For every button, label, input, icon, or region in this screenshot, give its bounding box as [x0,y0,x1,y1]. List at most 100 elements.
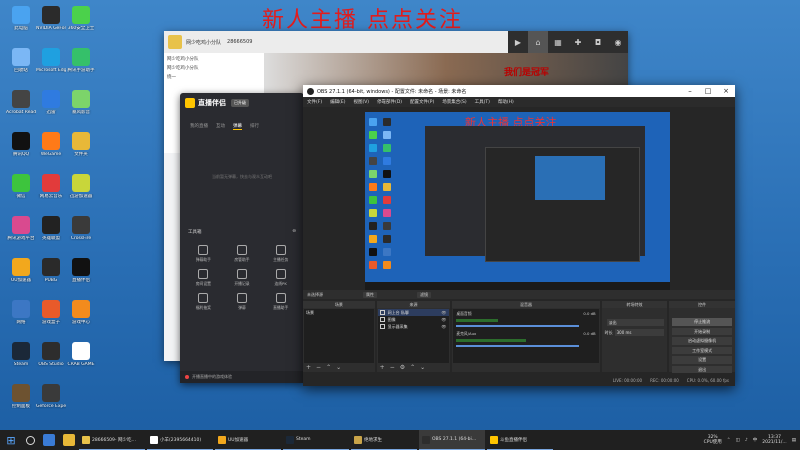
desktop-icon[interactable]: 游戏中心 [66,300,96,325]
control-button[interactable]: 退出 [672,365,732,373]
toolbox-settings-icon[interactable]: ⊖ [292,229,296,235]
taskbar-app[interactable]: 小羊(2395664410) [147,430,213,450]
eye-icon[interactable]: 👁 [441,310,446,315]
control-button[interactable]: 开始录制 [672,327,732,335]
desktop-icon[interactable]: 腾讯手游助手 [66,48,96,73]
desktop-icon[interactable]: 网易云音乐 [36,174,66,199]
desktop-icon[interactable]: WeGame [36,132,66,157]
desktop-icon[interactable]: CRAB GAME [66,342,96,367]
eye-icon[interactable]: 👁 [441,324,446,329]
close-icon[interactable]: × [717,87,735,95]
user-icon[interactable]: ◉ [608,31,628,53]
tab-my-live[interactable]: 我的直播 [190,123,208,130]
taskbar-app[interactable]: 28666509- 网少吃… [79,430,145,450]
tool-button[interactable]: 连线PK [261,269,300,287]
down-icon[interactable]: ⌄ [336,364,341,371]
desktop-icon[interactable]: 控制面板 [6,384,36,409]
desktop-icon[interactable]: 360安全卫士 [66,6,96,31]
menu-item[interactable]: 帮助(H) [498,99,514,105]
tool-button[interactable]: 房管助手 [223,245,262,263]
desktop-icon[interactable]: UU加速器 [6,258,36,283]
maximize-icon[interactable]: □ [699,87,717,95]
tool-button[interactable]: 弹幕 [223,293,262,311]
sidebar-item[interactable]: 绕一 [167,74,261,80]
ime-icon[interactable]: 中 [753,437,758,443]
start-windows-icon[interactable]: ⊞ [0,430,22,450]
taskbar-app[interactable]: OBS 27.1.1 (64-bi… [419,430,485,450]
desktop-icon[interactable]: 网络 [6,300,36,325]
tool-button[interactable]: 福利抽奖 [184,293,223,311]
desktop-icon[interactable]: PUBG [36,258,66,283]
desktop-icon[interactable]: 腾讯QQ [6,132,36,157]
source-item[interactable]: 网上台 私聊 👁 [377,309,450,316]
control-button[interactable]: 工作室模式 [672,346,732,354]
menu-item[interactable]: 场景集合(S) [442,99,466,105]
tab-interact[interactable]: 互动 [216,123,225,130]
desktop-icon[interactable]: 游戏盒子 [36,300,66,325]
edge-icon[interactable] [43,434,55,446]
properties-button[interactable]: 属性 [363,291,377,298]
tool-button[interactable]: 主播任务 [261,245,300,263]
up-icon[interactable]: ⌃ [410,364,415,371]
desktop-icon[interactable]: Geforce Experience [36,384,66,409]
remove-icon[interactable]: − [316,364,321,371]
tool-button[interactable]: 直播助手 [261,293,300,311]
scene-item[interactable]: 场景 [304,309,374,316]
filters-button[interactable]: 滤镜 [417,291,431,298]
desktop-icon[interactable]: Microsoft Edge [36,48,66,73]
clock[interactable]: 13:37 2021/11/... [762,435,787,445]
tab-rank[interactable]: 排行 [250,123,259,130]
control-button[interactable]: 启动虚拟摄像机 [672,337,732,345]
volume-slider[interactable] [456,325,579,327]
desktop-icon[interactable]: NVIDIA GeForce Experience [36,6,66,31]
desktop-icon[interactable]: Steam [6,342,36,367]
tool-button[interactable]: 开播记录 [223,269,262,287]
desktop-icon[interactable]: 迅雷 [36,90,66,115]
gamepad-icon[interactable]: ✚ [568,31,588,53]
menu-item[interactable]: 工具(T) [475,99,490,105]
add-icon[interactable]: + [380,364,385,371]
eye-icon[interactable]: 👁 [441,317,446,322]
taskbar-app[interactable]: UU加速器 [215,430,281,450]
volume-slider[interactable] [456,345,579,347]
desktop-icon[interactable]: 腾讯游戏平台 [6,216,36,241]
tray-chevron-icon[interactable]: ⌃ [727,438,731,443]
menu-item[interactable]: 配置文件(P) [410,99,434,105]
taskbar-app[interactable]: 斗鱼直播伴侣 [487,430,553,450]
tool-button[interactable]: 房间设置 [184,269,223,287]
taskbar-app[interactable]: 绝地求生 [351,430,417,450]
menu-item[interactable]: 文件(F) [307,99,322,105]
desktop-icon[interactable]: OBS Studio [36,342,66,367]
desktop-icon[interactable]: 直播伴侣 [66,258,96,283]
tool-button[interactable]: 弹幕助手 [184,245,223,263]
desktop-icon[interactable]: 微信 [6,174,36,199]
folder-icon[interactable] [63,434,75,446]
desktop-icon[interactable]: 迅游加速器 [66,174,96,199]
desktop-icon[interactable]: 回收站 [6,48,36,73]
source-item[interactable]: 显示器采集 👁 [378,323,450,330]
add-icon[interactable]: + [306,364,311,371]
desktop-icon[interactable]: 文件夹 [66,132,96,157]
down-icon[interactable]: ⌄ [420,364,425,371]
home-icon[interactable]: ⌂ [528,31,548,53]
notification-icon[interactable]: ▤ [792,438,796,443]
desktop-icon[interactable]: 此电脑 [6,6,36,31]
grid-icon[interactable]: ▦ [548,31,568,53]
desktop-icon[interactable]: 暴风影音 [66,90,96,115]
remove-icon[interactable]: − [390,364,395,371]
control-button[interactable]: 停止推流 [672,318,732,326]
sidebar-item[interactable]: 网少吃鸡小分队 [167,56,261,62]
desktop-icon[interactable]: 英雄联盟 [36,216,66,241]
desktop-icon[interactable]: CrossFire [66,216,96,241]
source-item[interactable]: 图像 👁 [378,316,450,323]
desktop-icon[interactable]: Acrobat Reader [6,90,36,115]
gear-icon[interactable]: ⚙ [400,364,405,371]
obs-preview[interactable]: 新人主播 点点关注 [365,112,670,290]
menu-item[interactable]: 视图(V) [353,99,369,105]
minimize-icon[interactable]: – [681,87,699,95]
bag-icon[interactable]: ◘ [588,31,608,53]
search-icon[interactable] [26,435,35,445]
video-icon[interactable]: ▶ [508,31,528,53]
duration-input[interactable]: 300 ms [614,329,665,336]
volume-icon[interactable]: ♪ [745,438,748,443]
